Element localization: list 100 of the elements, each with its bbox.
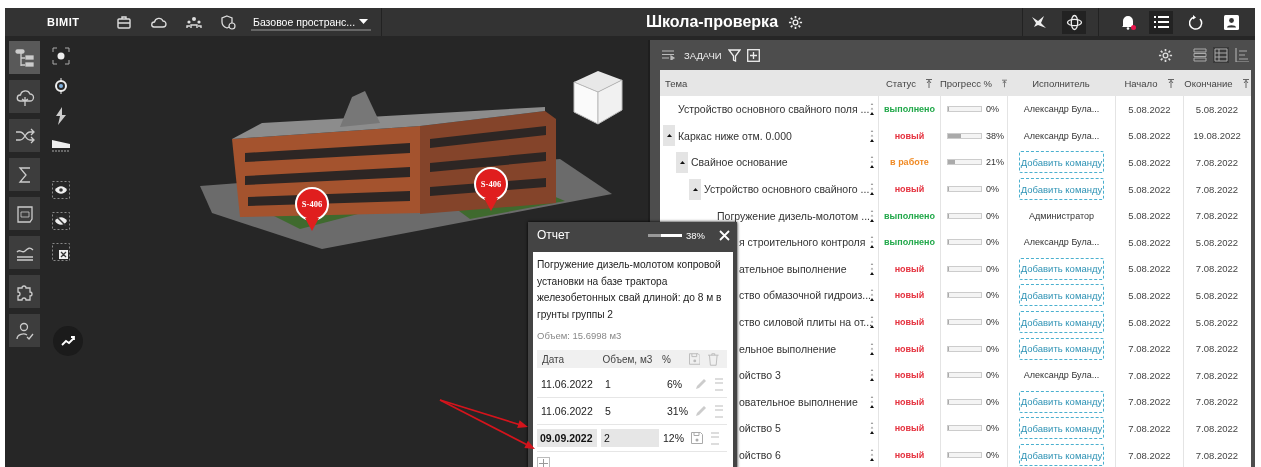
shield-icon[interactable] (221, 14, 236, 30)
date-input[interactable]: 09.09.2022 (537, 429, 597, 447)
progress-value: 0% (986, 396, 999, 407)
drag-handle-icon[interactable] (715, 404, 723, 418)
cloud-icon[interactable] (150, 16, 167, 28)
collapse-toggle[interactable] (689, 178, 701, 200)
settings-icon[interactable] (1158, 47, 1173, 63)
column-header[interactable]: Начало (1124, 77, 1158, 89)
task-title[interactable]: ойство 5 (739, 422, 781, 435)
tree-icon[interactable] (9, 41, 40, 74)
task-title[interactable]: ойство 3 (739, 369, 781, 382)
column-header[interactable]: Тема (665, 77, 688, 89)
shuffle-icon[interactable] (9, 119, 40, 152)
task-title[interactable]: овательное выполнение (739, 395, 858, 408)
column-header[interactable]: Прогресс % (940, 77, 992, 89)
drag-handle-icon[interactable] (870, 289, 874, 302)
add-team-button[interactable]: Добавить команду (1018, 311, 1105, 334)
focus-icon[interactable] (52, 47, 70, 65)
add-team-button[interactable]: Добавить команду (1018, 444, 1105, 466)
volume-input[interactable]: 2 (601, 429, 659, 447)
task-title[interactable]: ойство 6 (739, 449, 781, 461)
hidden-eye-icon[interactable] (52, 212, 70, 230)
add-team-button[interactable]: Добавить команду (1018, 337, 1105, 360)
view-cube-icon[interactable] (570, 68, 626, 126)
task-title[interactable]: Свайное основание (691, 156, 788, 169)
drag-handle-icon[interactable] (870, 395, 874, 408)
list-icon[interactable] (1149, 10, 1173, 34)
drag-handle-icon[interactable] (870, 342, 874, 355)
progress-value: 0% (986, 263, 999, 274)
progress-value: 0% (986, 423, 999, 434)
bell-icon[interactable] (1120, 14, 1136, 30)
drag-handle-icon[interactable] (870, 129, 874, 142)
drag-handle-icon[interactable] (870, 422, 874, 435)
person-icon[interactable] (9, 314, 40, 347)
collapse-toggle[interactable] (663, 125, 675, 147)
end-date: 7.08.2022 (1195, 396, 1239, 408)
slope-icon[interactable] (52, 138, 70, 152)
drag-handle-icon[interactable] (870, 183, 874, 196)
drag-handle-icon[interactable] (715, 377, 723, 391)
sigma-icon[interactable] (9, 158, 40, 191)
start-date: 5.08.2022 (1128, 289, 1171, 301)
drag-handle-icon[interactable] (870, 369, 874, 382)
sort-icon[interactable] (1167, 78, 1174, 88)
add-team-button[interactable]: Добавить команду (1018, 178, 1105, 201)
briefcase-icon[interactable] (117, 15, 131, 29)
task-title[interactable]: я строительного контроля (739, 236, 866, 249)
column-header[interactable]: Статус (886, 77, 916, 89)
drag-handle-icon[interactable] (870, 209, 874, 222)
dialog-title: Отчет (537, 228, 570, 242)
task-title[interactable]: Каркас ниже отм. 0.000 (678, 129, 792, 142)
progress-value: 0% (986, 370, 999, 381)
add-team-button[interactable]: Добавить команду (1018, 151, 1105, 174)
assignee-name: Александр Була... (1023, 104, 1100, 115)
sort-icon[interactable] (926, 78, 932, 88)
add-team-button[interactable]: Добавить команду (1018, 284, 1105, 307)
progress-value: 0% (986, 210, 999, 221)
sort-icon[interactable] (1002, 78, 1007, 88)
team-icon[interactable] (186, 15, 202, 29)
start-date: 7.08.2022 (1128, 369, 1171, 381)
trend-button[interactable] (53, 326, 83, 356)
task-title[interactable]: Устройство основного свайного ... (704, 183, 870, 196)
orbit-icon[interactable] (1062, 10, 1086, 34)
task-title[interactable]: ельное выполнение (739, 342, 837, 355)
task-description: Погружение дизель-молотом копровой установки на базе трактора железобетонных свай длиной: до 8 м в грунты группы 2 (537, 258, 723, 322)
collapse-toggle[interactable] (676, 152, 688, 173)
drag-handle-icon[interactable] (870, 449, 874, 461)
task-title[interactable]: Устройство основного свайного поля ... (678, 103, 870, 116)
task-title[interactable]: Погружение дизель-молотом ... (717, 209, 870, 222)
sort-icon[interactable] (1242, 78, 1249, 88)
target-icon[interactable] (53, 78, 69, 94)
tree-cloud-icon[interactable] (9, 80, 40, 113)
close-icon[interactable] (719, 229, 730, 241)
add-team-button[interactable]: Добавить команду (1018, 417, 1105, 440)
space-dropdown[interactable]: Базовое пространс... (251, 13, 371, 31)
add-icon[interactable] (746, 48, 760, 62)
drag-handle-icon[interactable] (870, 262, 874, 275)
drag-handle-icon[interactable] (870, 103, 874, 116)
end-date: 5.08.2022 (1195, 236, 1239, 248)
drag-handle-icon[interactable] (870, 236, 874, 249)
rows-view-icon[interactable] (1193, 48, 1207, 62)
drag-handle-icon[interactable] (870, 156, 874, 169)
column-header[interactable]: Исполнитель (1032, 77, 1090, 89)
grid-view-icon[interactable] (1213, 47, 1229, 63)
column-header[interactable]: Окончание (1184, 77, 1233, 89)
puzzle-icon[interactable] (9, 275, 40, 308)
add-entry-button[interactable] (537, 457, 550, 467)
drag-handle-icon[interactable] (711, 431, 719, 445)
add-team-button[interactable]: Добавить команду (1018, 257, 1105, 280)
task-title[interactable]: ство обмазочной гидроиз... (739, 289, 871, 302)
filter-icon[interactable] (727, 48, 741, 62)
eye-icon[interactable] (52, 181, 70, 199)
isolate-icon[interactable] (52, 243, 70, 261)
status-label: выполнено (884, 210, 935, 221)
task-title[interactable]: ательное выполнение (739, 262, 847, 275)
settings-icon[interactable] (788, 14, 804, 30)
chart-icon[interactable] (9, 236, 40, 269)
drag-handle-icon[interactable] (870, 316, 874, 329)
plan-icon[interactable] (9, 197, 40, 230)
task-title[interactable]: ство силовой плиты на от... (739, 316, 873, 329)
add-team-button[interactable]: Добавить команду (1018, 390, 1105, 413)
